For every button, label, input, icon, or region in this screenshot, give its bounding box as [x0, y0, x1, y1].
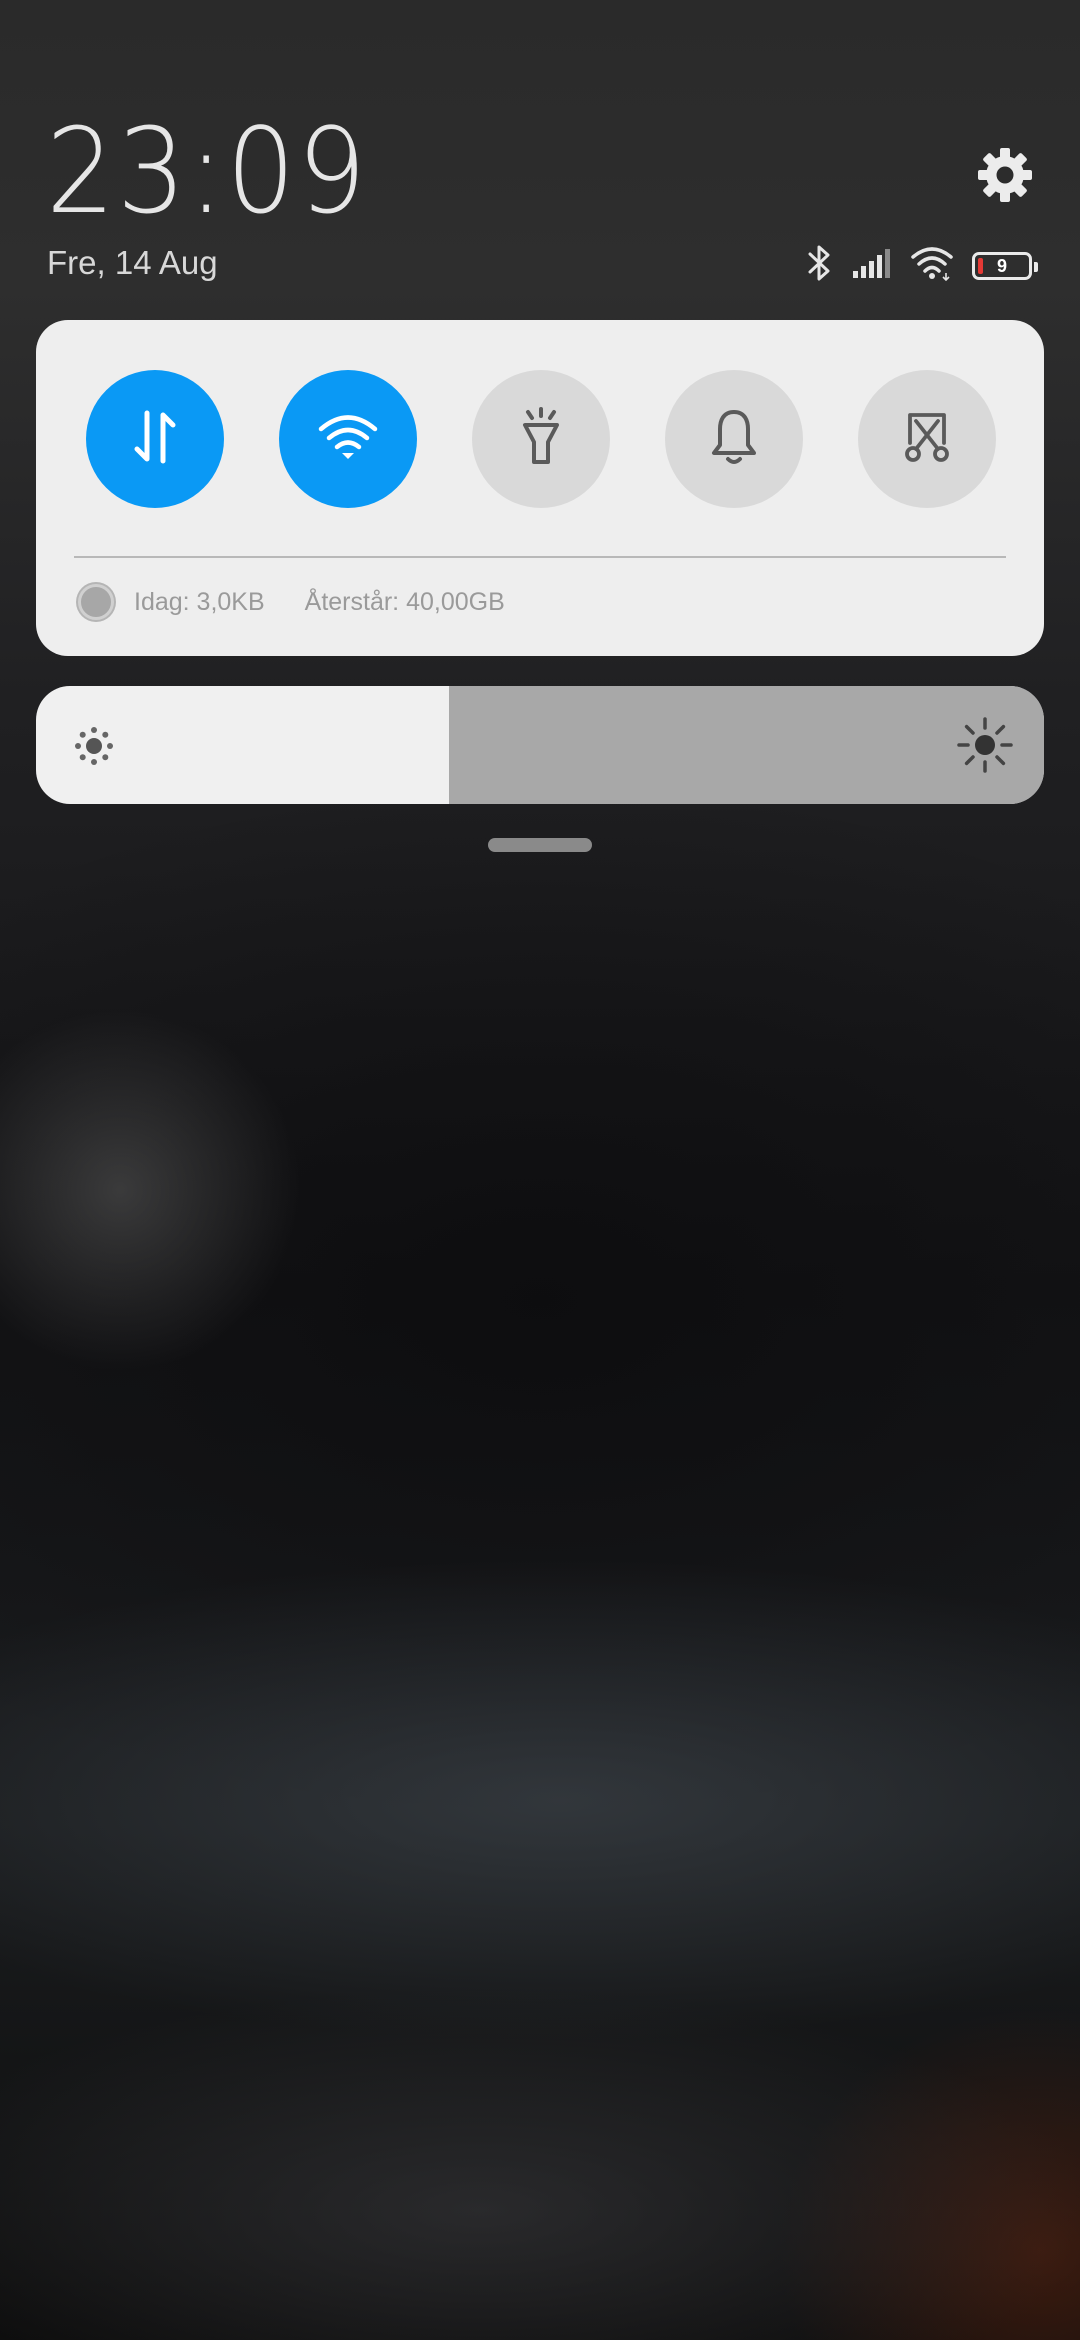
brightness-low-icon: [72, 724, 116, 768]
data-arrows-icon: [127, 407, 183, 472]
cellular-signal-icon: [852, 247, 892, 284]
scissors-screenshot-icon: [898, 409, 956, 470]
date-label: Fre, 14 Aug: [47, 244, 218, 281]
battery-level-text: 9: [996, 255, 1007, 276]
flashlight-toggle[interactable]: [472, 370, 610, 508]
panel-divider: [74, 556, 1006, 558]
wifi-toggle[interactable]: [279, 370, 417, 508]
screenshot-toggle[interactable]: [858, 370, 996, 508]
brightness-track-fill: [449, 686, 1044, 804]
data-usage-row[interactable]: Idag: 3,0KB Återstår: 40,00GB: [78, 584, 505, 620]
bluetooth-icon: [804, 244, 834, 287]
data-usage-indicator: [78, 584, 114, 620]
mobile-data-toggle[interactable]: [86, 370, 224, 508]
clock-time: 23:09: [46, 102, 369, 240]
battery-level-fill: [978, 257, 983, 274]
settings-gear-icon[interactable]: [976, 146, 1034, 204]
brightness-slider[interactable]: [36, 686, 1044, 804]
status-bar: 9: [804, 244, 1038, 287]
battery-icon: 9: [972, 251, 1038, 280]
quick-settings-panel: Idag: 3,0KB Återstår: 40,00GB: [36, 320, 1044, 656]
panel-drag-handle[interactable]: [488, 838, 592, 852]
brightness-high-icon: [956, 716, 1014, 774]
flashlight-icon: [516, 406, 566, 473]
bell-icon: [708, 407, 760, 472]
data-usage-remaining: Återstår: 40,00GB: [304, 587, 505, 616]
wifi-icon: [910, 245, 954, 286]
sound-toggle[interactable]: [665, 370, 803, 508]
data-usage-today: Idag: 3,0KB: [134, 587, 265, 616]
wifi-icon: [316, 412, 380, 467]
